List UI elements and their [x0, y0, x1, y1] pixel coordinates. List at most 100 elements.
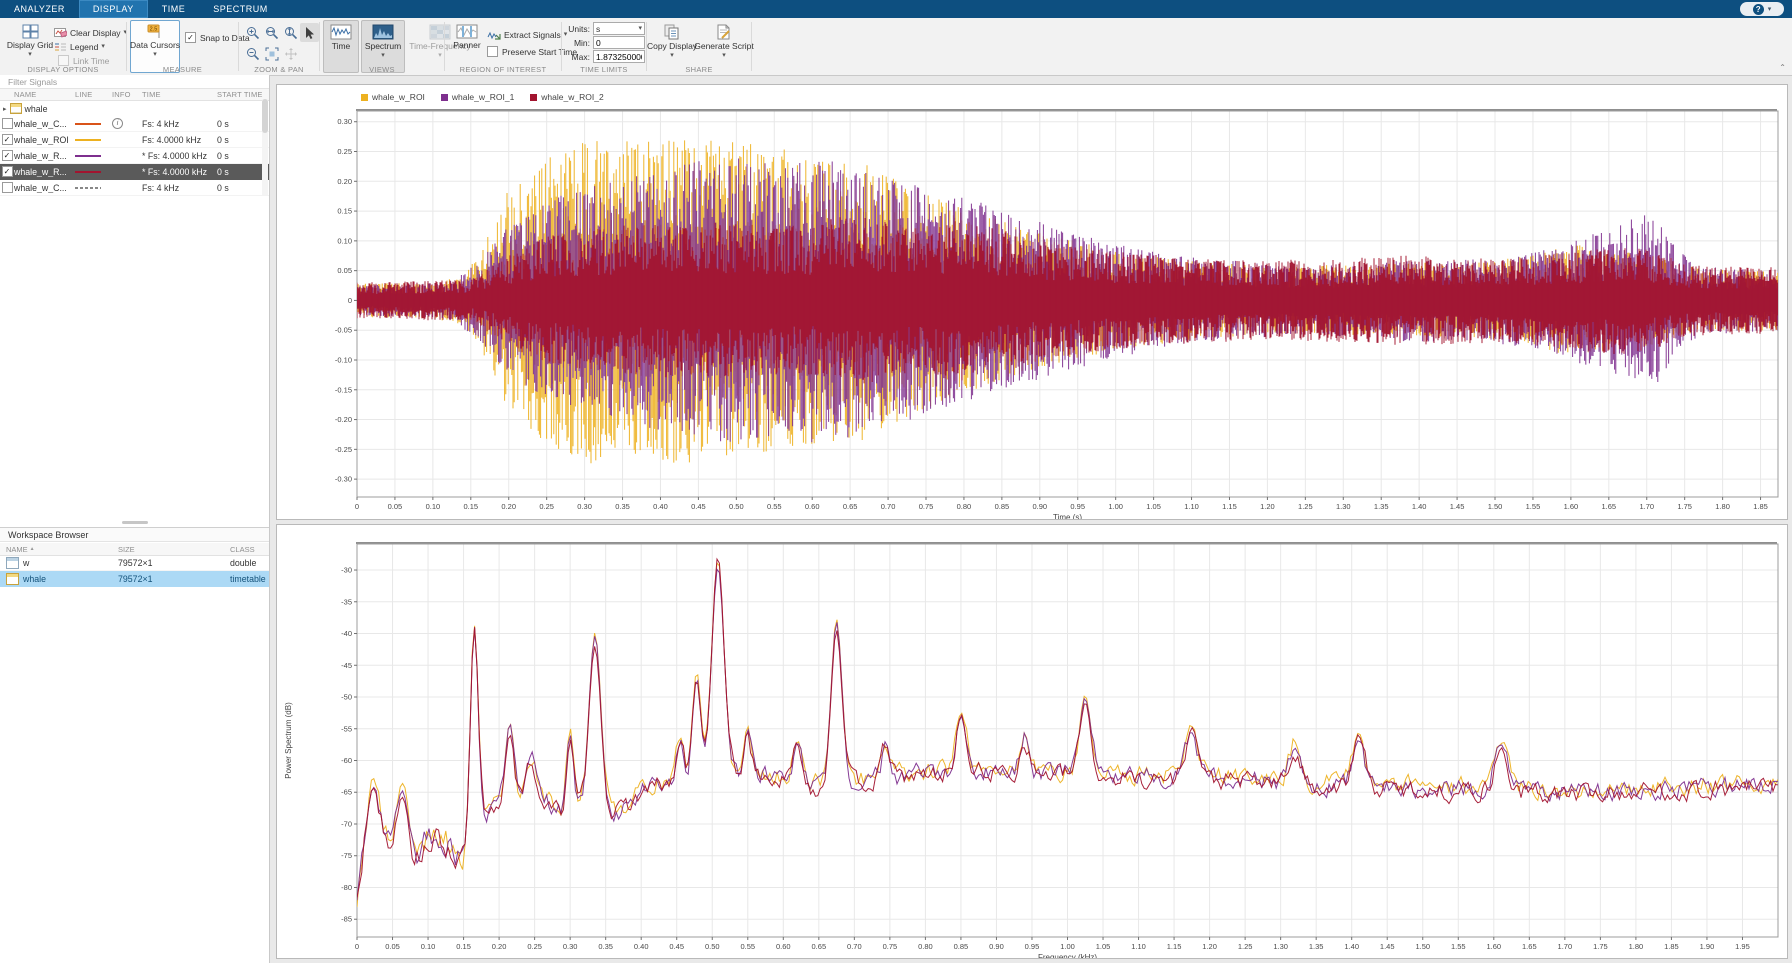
- ws-col-size[interactable]: SIZE: [118, 545, 230, 554]
- line-style-swatch[interactable]: [75, 187, 101, 189]
- svg-text:1.65: 1.65: [1602, 502, 1617, 511]
- fit-to-view-button[interactable]: [262, 44, 281, 63]
- svg-text:0.05: 0.05: [388, 502, 403, 511]
- signal-row[interactable]: whale_w_C...iFs: 4 kHz0 s: [0, 116, 269, 132]
- svg-text:0.30: 0.30: [577, 502, 592, 511]
- line-style-swatch[interactable]: [75, 139, 101, 141]
- svg-text:0.45: 0.45: [691, 502, 706, 511]
- chevron-down-icon: ▾: [722, 52, 726, 59]
- signal-row[interactable]: ✓whale_w_R...* Fs: 4.0000 kHz0 s: [0, 148, 269, 164]
- clear-display-button[interactable]: Clear Display ▾: [54, 26, 127, 39]
- time-plot-panel: whale_w_ROIwhale_w_ROI_1whale_w_ROI_2 00…: [276, 84, 1788, 520]
- checkbox-checked-icon[interactable]: ✓: [2, 134, 13, 145]
- pointer-arrow-icon: [303, 26, 316, 40]
- filter-signals-input[interactable]: [6, 76, 210, 88]
- col-line[interactable]: LINE: [75, 90, 112, 99]
- svg-text:1.50: 1.50: [1415, 942, 1430, 951]
- workspace-row[interactable]: whale79572×1timetable: [0, 571, 269, 587]
- chevron-down-icon: ▾: [638, 25, 642, 32]
- info-icon[interactable]: i: [112, 118, 123, 129]
- tab-display[interactable]: DISPLAY: [79, 0, 148, 18]
- zoom-in-x-button[interactable]: [262, 23, 281, 42]
- svg-text:0.20: 0.20: [492, 942, 507, 951]
- signal-group-row[interactable]: ▸ whale: [0, 101, 269, 116]
- svg-text:1.10: 1.10: [1184, 502, 1199, 511]
- svg-text:1.05: 1.05: [1146, 502, 1161, 511]
- zoom-in-button[interactable]: [243, 23, 262, 42]
- expander-icon[interactable]: ▸: [3, 105, 7, 113]
- chevron-down-icon: ▾: [153, 51, 157, 58]
- scrollbar-thumb[interactable]: [262, 99, 268, 133]
- signal-row[interactable]: whale_w_C...Fs: 4 kHz0 s: [0, 180, 269, 196]
- svg-text:1.75: 1.75: [1677, 502, 1692, 511]
- help-button[interactable]: ? ▾: [1740, 2, 1784, 16]
- svg-text:0.05: 0.05: [337, 266, 352, 275]
- tab-spectrum[interactable]: SPECTRUM: [199, 0, 282, 18]
- units-select[interactable]: s ▾: [593, 22, 645, 35]
- display-grid-icon: [22, 24, 39, 39]
- svg-text:1.30: 1.30: [1336, 502, 1351, 511]
- checkbox-icon[interactable]: [2, 182, 13, 193]
- col-info[interactable]: INFO: [112, 90, 142, 99]
- panel-splitter[interactable]: [0, 517, 269, 527]
- checkbox-icon[interactable]: [2, 118, 13, 129]
- svg-text:-80: -80: [341, 883, 352, 892]
- line-style-swatch[interactable]: [75, 171, 101, 173]
- sort-asc-icon: ▲: [30, 546, 35, 552]
- signal-name: whale_w_C...: [14, 119, 75, 129]
- link-time-label: Link Time: [73, 56, 109, 66]
- col-name[interactable]: NAME: [14, 90, 75, 99]
- filter-signals-box: [0, 75, 269, 89]
- zoom-in-y-button[interactable]: [281, 23, 300, 42]
- zoom-out-button[interactable]: [243, 44, 262, 63]
- svg-text:0.40: 0.40: [634, 942, 649, 951]
- section-roi: Panner Extract Signals ▾ Preserve Start …: [445, 18, 561, 75]
- svg-text:0.85: 0.85: [954, 942, 969, 951]
- tab-time[interactable]: TIME: [148, 0, 200, 18]
- ws-col-class[interactable]: CLASS: [230, 545, 269, 554]
- signal-row[interactable]: ✓whale_w_ROIFs: 4.0000 kHz0 s: [0, 132, 269, 148]
- section-zoom-pan: ZOOM & PAN: [239, 18, 319, 75]
- svg-text:0.50: 0.50: [705, 942, 720, 951]
- min-input[interactable]: [596, 38, 642, 48]
- section-label: TIME LIMITS: [562, 65, 646, 74]
- legend-button[interactable]: Legend ▾: [54, 40, 105, 53]
- variable-name: w: [23, 558, 29, 568]
- workspace-row[interactable]: w79572×1double: [0, 555, 269, 571]
- time-plot[interactable]: 00.050.100.150.200.250.300.350.400.450.5…: [277, 85, 1787, 519]
- col-time[interactable]: TIME: [142, 90, 217, 99]
- signal-rows: whale_w_C...iFs: 4 kHz0 s✓whale_w_ROIFs:…: [0, 116, 269, 196]
- svg-text:1.55: 1.55: [1526, 502, 1541, 511]
- section-label: REGION OF INTEREST: [445, 65, 561, 74]
- variable-size: 79572×1: [118, 558, 230, 568]
- max-input[interactable]: [596, 52, 642, 62]
- svg-text:0.75: 0.75: [883, 942, 898, 951]
- svg-text:1.90: 1.90: [1700, 942, 1715, 951]
- signal-row[interactable]: ✓whale_w_R...* Fs: 4.0000 kHz0 s: [0, 164, 269, 180]
- svg-text:1.35: 1.35: [1309, 942, 1324, 951]
- col-start-time[interactable]: START TIME: [217, 90, 269, 99]
- signal-time: Fs: 4.0000 kHz: [142, 135, 217, 145]
- line-style-swatch[interactable]: [75, 123, 101, 125]
- signal-time: * Fs: 4.0000 kHz: [142, 151, 217, 161]
- checkbox-checked-icon[interactable]: ✓: [2, 166, 13, 177]
- ws-col-name[interactable]: NAME: [6, 545, 28, 554]
- chevron-down-icon: ▾: [1768, 6, 1772, 13]
- pointer-button[interactable]: [300, 23, 319, 42]
- chevron-down-icon: ▾: [101, 43, 105, 50]
- spectrum-plot[interactable]: 00.050.100.150.200.250.300.350.400.450.5…: [277, 525, 1787, 958]
- signals-scrollbar[interactable]: [262, 99, 268, 195]
- extract-signals-button[interactable]: Extract Signals ▾: [487, 28, 567, 41]
- svg-text:0.05: 0.05: [385, 942, 400, 951]
- chevron-down-icon: ▾: [28, 51, 32, 58]
- svg-text:1.20: 1.20: [1202, 942, 1217, 951]
- workspace-rows: w79572×1doublewhale79572×1timetable: [0, 555, 269, 587]
- divider: [751, 22, 752, 71]
- checkbox-checked-icon[interactable]: ✓: [2, 150, 13, 161]
- ribbon-collapse-button[interactable]: ⌃: [1779, 63, 1786, 72]
- tab-analyzer[interactable]: ANALYZER: [0, 0, 79, 18]
- svg-text:0: 0: [348, 296, 352, 305]
- line-style-swatch[interactable]: [75, 155, 101, 157]
- svg-text:0.65: 0.65: [812, 942, 827, 951]
- section-label: MEASURE: [127, 65, 238, 74]
